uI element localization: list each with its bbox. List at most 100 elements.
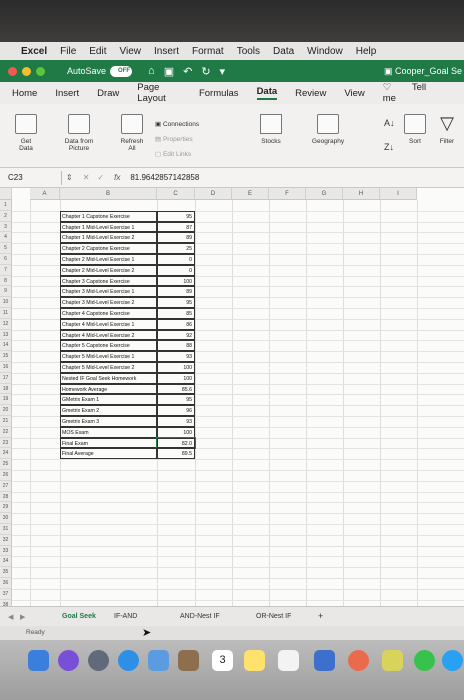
row-header[interactable]: 35: [0, 567, 12, 578]
cell-value[interactable]: 85.6: [157, 383, 195, 395]
cell-label[interactable]: Nested IF Goal Seek Homework: [60, 372, 157, 384]
name-box-stepper-icon[interactable]: ⇕: [66, 173, 73, 182]
next-sheet-icon[interactable]: ▶: [20, 613, 25, 621]
row-header[interactable]: 37: [0, 588, 12, 600]
row-header[interactable]: 26: [0, 470, 12, 481]
stocks-button[interactable]: Stocks: [254, 114, 288, 145]
finder-icon[interactable]: [28, 650, 49, 671]
cell-label[interactable]: Chapter 5 Mid-Level Exercise 1: [60, 351, 157, 362]
row-header[interactable]: 3: [0, 221, 12, 233]
get-data-button[interactable]: Get Data: [10, 114, 42, 152]
row-header[interactable]: 23: [0, 437, 12, 449]
row-header[interactable]: 2: [0, 210, 12, 222]
cell-label[interactable]: Chapter 5 Capstone Exercise: [60, 340, 157, 352]
sort-button[interactable]: Sort: [400, 114, 430, 145]
cell-label[interactable]: Chapter 3 Mid-Level Exercise 1: [60, 286, 157, 298]
messages-icon[interactable]: [414, 650, 435, 671]
cell-value[interactable]: 100: [157, 372, 195, 384]
cell-value[interactable]: 0: [157, 264, 195, 276]
row-header[interactable]: 24: [0, 448, 12, 460]
properties-button[interactable]: ▤ Properties: [155, 135, 193, 143]
menu-help[interactable]: Help: [356, 46, 377, 57]
undo-icon[interactable]: ↶: [183, 65, 192, 78]
row-header[interactable]: 14: [0, 340, 12, 352]
row-header[interactable]: 8: [0, 275, 12, 287]
formula-input[interactable]: 81.9642857142858: [130, 173, 199, 182]
row-header[interactable]: 28: [0, 491, 12, 503]
close-window-button[interactable]: [8, 66, 17, 76]
cell-label[interactable]: Gmetrix Exam 2: [60, 405, 157, 416]
row-header[interactable]: 19: [0, 394, 12, 406]
refresh-all-button[interactable]: Refresh All: [112, 114, 152, 152]
minimize-window-button[interactable]: [22, 66, 31, 76]
add-sheet-button[interactable]: +: [318, 611, 323, 621]
tab-review[interactable]: Review: [295, 88, 326, 99]
sort-descending-icon[interactable]: Z↓: [384, 142, 394, 152]
cell-label[interactable]: Chapter 2 Mid-Level Exercise 2: [60, 264, 157, 276]
siri-icon[interactable]: [58, 650, 79, 671]
menu-edit[interactable]: Edit: [89, 46, 106, 57]
menu-app-name[interactable]: Excel: [21, 46, 47, 57]
mail-icon[interactable]: [148, 650, 169, 671]
row-header[interactable]: 34: [0, 556, 12, 568]
cell-label[interactable]: Chapter 4 Mid-Level Exercise 2: [60, 329, 157, 341]
row-header[interactable]: 4: [0, 232, 12, 244]
sheet-tab[interactable]: AND-Nest IF: [180, 613, 220, 620]
cell-value[interactable]: 100: [157, 426, 195, 438]
contacts-icon[interactable]: [178, 650, 199, 671]
tab-page-layout[interactable]: Page Layout: [137, 82, 181, 104]
tab-home[interactable]: Home: [12, 88, 37, 99]
function-icon[interactable]: fx: [114, 173, 120, 182]
row-header[interactable]: 32: [0, 534, 12, 546]
tab-insert[interactable]: Insert: [55, 88, 79, 99]
redo-icon[interactable]: ↻: [201, 65, 210, 78]
cell-label[interactable]: Chapter 1 Capstone Exercise: [60, 210, 157, 222]
cell-label[interactable]: Chapter 3 Mid-Level Exercise 2: [60, 297, 157, 308]
cell-value[interactable]: 85: [157, 308, 195, 319]
menu-insert[interactable]: Insert: [154, 46, 179, 57]
row-header[interactable]: 31: [0, 524, 12, 535]
cell-value[interactable]: 89: [157, 286, 195, 298]
tab-formulas[interactable]: Formulas: [199, 88, 239, 99]
cell-label[interactable]: Final Exam: [60, 437, 157, 449]
tab-draw[interactable]: Draw: [97, 88, 119, 99]
launchpad-icon[interactable]: [88, 650, 109, 671]
cell-label[interactable]: Chapter 1 Mid-Level Exercise 1: [60, 221, 157, 233]
facetime-icon[interactable]: [442, 650, 463, 671]
column-header[interactable]: B: [60, 188, 157, 200]
customize-toolbar-icon[interactable]: ▾: [220, 65, 226, 78]
select-all-corner[interactable]: [0, 188, 12, 200]
row-header[interactable]: 1: [0, 200, 12, 211]
cell-value[interactable]: 88: [157, 340, 195, 352]
notes-icon[interactable]: [244, 650, 265, 671]
data-from-picture-button[interactable]: Data from Picture: [54, 114, 104, 152]
cell-label[interactable]: MOS Exam: [60, 426, 157, 438]
cell-value[interactable]: 96: [157, 405, 195, 416]
row-header[interactable]: 25: [0, 459, 12, 470]
column-header[interactable]: F: [269, 188, 306, 200]
calendar-icon[interactable]: 3: [212, 650, 233, 671]
cell-label[interactable]: Chapter 2 Mid-Level Exercise 1: [60, 254, 157, 265]
cell-label[interactable]: Chapter 3 Capstone Exercise: [60, 275, 157, 287]
cell-label[interactable]: Chapter 1 Mid-Level Exercise 2: [60, 232, 157, 244]
cell-value[interactable]: 87: [157, 221, 195, 233]
cell-value[interactable]: 100: [157, 362, 195, 373]
sheet-tab[interactable]: IF-AND: [114, 613, 137, 620]
safari-icon[interactable]: [118, 650, 139, 671]
cell-label[interactable]: Chapter 5 Mid-Level Exercise 2: [60, 362, 157, 373]
cell-value[interactable]: 95: [157, 297, 195, 308]
menu-view[interactable]: View: [120, 46, 142, 57]
menu-data[interactable]: Data: [273, 46, 294, 57]
worksheet-grid[interactable]: A B C D E F G H I 1 2 3 4 5 6 7 8 9 10 11 12 13 14 15 16 17 18 19 20…: [0, 188, 464, 612]
column-header[interactable]: E: [232, 188, 269, 200]
photos-icon[interactable]: [348, 650, 369, 671]
cell-value[interactable]: 95: [157, 394, 195, 406]
row-header[interactable]: 10: [0, 297, 12, 308]
save-icon[interactable]: ▣: [164, 65, 174, 78]
row-header[interactable]: 36: [0, 578, 12, 589]
row-header[interactable]: 22: [0, 426, 12, 438]
cell-label[interactable]: GMetrix Exam 1: [60, 394, 157, 406]
sheet-tab[interactable]: Goal Seek: [62, 613, 96, 620]
column-header[interactable]: I: [380, 188, 417, 200]
sort-ascending-icon[interactable]: A↓: [384, 118, 395, 128]
